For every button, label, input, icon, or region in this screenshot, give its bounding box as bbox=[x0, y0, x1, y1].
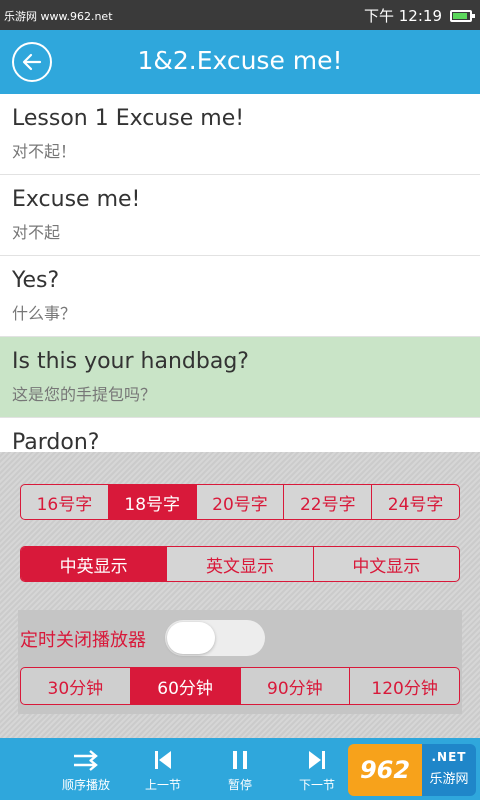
display-mode-selector: 中英显示 英文显示 中文显示 bbox=[20, 546, 460, 582]
pause-icon bbox=[233, 751, 247, 769]
font-size-option-selected[interactable]: 18号字 bbox=[108, 485, 197, 519]
playback-toolbar: 顺序播放 上一节 暂停 下一节 962 .NET 乐游网 bbox=[0, 738, 480, 800]
timer-option[interactable]: 30分钟 bbox=[21, 668, 131, 704]
next-icon bbox=[309, 751, 325, 769]
page-title: 1&2.Excuse me! bbox=[137, 46, 343, 75]
lesson-item[interactable]: Yes? 什么事？ bbox=[0, 256, 480, 337]
previous-icon bbox=[155, 751, 171, 769]
status-indicators: 下午 12:19 bbox=[364, 5, 475, 26]
watermark-logo: 962 .NET 乐游网 bbox=[348, 744, 476, 796]
order-play-button[interactable]: 顺序播放 bbox=[54, 746, 118, 793]
previous-button[interactable]: 上一节 bbox=[131, 746, 195, 793]
next-button[interactable]: 下一节 bbox=[285, 746, 349, 793]
timer-option[interactable]: 120分钟 bbox=[350, 668, 459, 704]
lesson-chinese: 这是您的手提包吗？ bbox=[12, 385, 157, 404]
toolbar-label: 暂停 bbox=[227, 778, 252, 792]
font-size-option[interactable]: 20号字 bbox=[197, 485, 285, 519]
lesson-chinese: 对不起 bbox=[12, 223, 61, 242]
settings-panel: 16号字 18号字 20号字 22号字 24号字 中英显示 英文显示 中文显示 … bbox=[0, 452, 480, 738]
pause-button[interactable]: 暂停 bbox=[208, 746, 272, 793]
watermark-side: .NET 乐游网 bbox=[422, 744, 476, 796]
watermark-cn: 乐游网 bbox=[429, 772, 469, 787]
status-watermark-text: 乐游网 www.962.net bbox=[4, 10, 113, 23]
lesson-list: Lesson 1 Excuse me! 对不起！ Excuse me! 对不起 … bbox=[0, 94, 480, 458]
toolbar-label: 上一节 bbox=[144, 778, 181, 792]
lesson-item[interactable]: Lesson 1 Excuse me! 对不起！ bbox=[0, 94, 480, 175]
lesson-item-active[interactable]: Is this your handbag? 这是您的手提包吗？ bbox=[0, 337, 480, 418]
display-mode-option-selected[interactable]: 中英显示 bbox=[21, 547, 168, 581]
lesson-item[interactable]: Excuse me! 对不起 bbox=[0, 175, 480, 256]
watermark-net: .NET bbox=[431, 750, 467, 764]
lesson-english: Excuse me! bbox=[12, 187, 141, 212]
font-size-option[interactable]: 16号字 bbox=[21, 485, 109, 519]
timer-toggle[interactable] bbox=[165, 620, 265, 656]
font-size-option[interactable]: 24号字 bbox=[372, 485, 459, 519]
battery-icon bbox=[450, 9, 475, 22]
lesson-chinese: 什么事？ bbox=[12, 304, 77, 323]
display-mode-option[interactable]: 英文显示 bbox=[167, 547, 314, 581]
toggle-knob bbox=[167, 622, 215, 654]
timer-option[interactable]: 90分钟 bbox=[241, 668, 351, 704]
display-mode-option[interactable]: 中文显示 bbox=[314, 547, 459, 581]
lesson-english: Yes? bbox=[12, 268, 60, 293]
lesson-chinese: 对不起！ bbox=[12, 142, 77, 161]
toolbar-label: 下一节 bbox=[298, 778, 335, 792]
timer-option-selected[interactable]: 60分钟 bbox=[130, 668, 241, 704]
status-bar: 乐游网 www.962.net 下午 12:19 bbox=[0, 0, 480, 30]
timer-label: 定时关闭播放器 bbox=[20, 630, 146, 651]
lesson-english: Lesson 1 Excuse me! bbox=[12, 106, 245, 131]
shuffle-arrows-icon bbox=[74, 750, 98, 771]
toolbar-label: 顺序播放 bbox=[61, 778, 110, 792]
lesson-english: Is this your handbag? bbox=[12, 349, 249, 374]
timer-duration-selector: 30分钟 60分钟 90分钟 120分钟 bbox=[20, 667, 460, 705]
title-bar: 1&2.Excuse me! bbox=[0, 30, 480, 94]
font-size-selector: 16号字 18号字 20号字 22号字 24号字 bbox=[20, 484, 460, 520]
status-time: 下午 12:19 bbox=[364, 7, 442, 25]
watermark-962: 962 bbox=[348, 744, 422, 796]
font-size-option[interactable]: 22号字 bbox=[284, 485, 373, 519]
